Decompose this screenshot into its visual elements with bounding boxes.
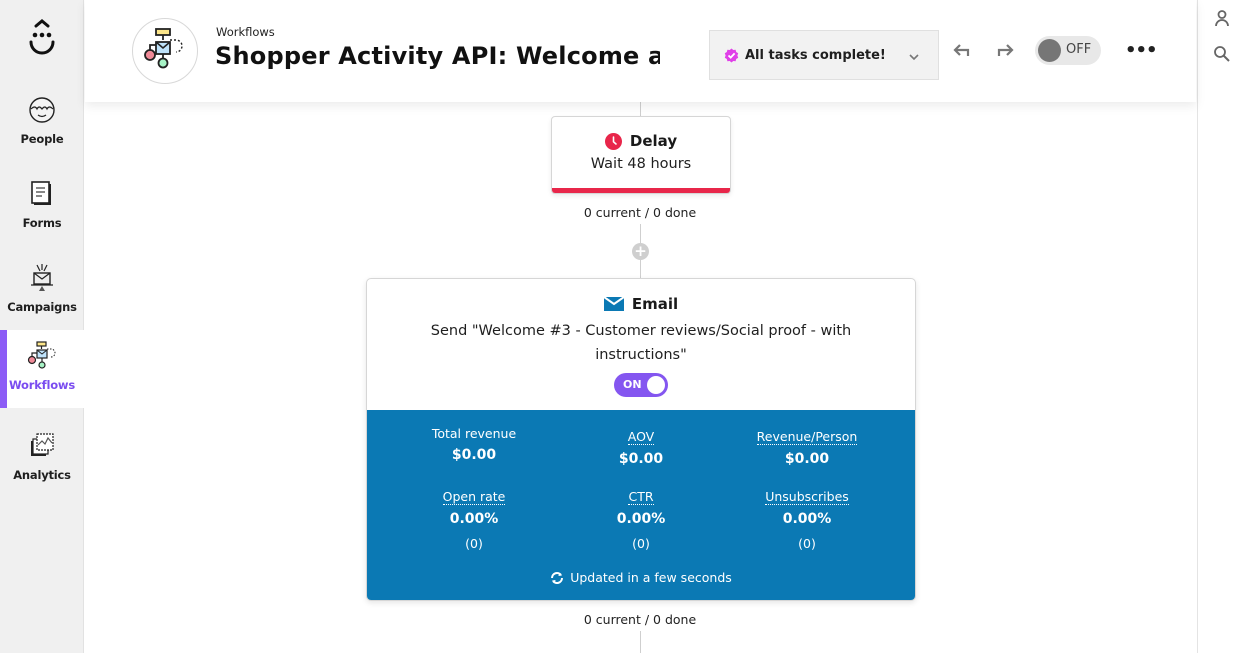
chevron-down-icon bbox=[908, 48, 920, 67]
metric-count: (0) bbox=[632, 536, 650, 551]
delay-stats: 0 current / 0 done bbox=[583, 205, 697, 220]
delay-node[interactable]: Delay Wait 48 hours bbox=[551, 116, 731, 194]
metric-total-revenue: Total revenue $0.00 bbox=[384, 426, 564, 463]
workflow-icon bbox=[26, 340, 58, 372]
workflow-avatar bbox=[132, 18, 198, 84]
metric-unsubscribes: Unsubscribes 0.00% (0) bbox=[717, 486, 897, 551]
metric-value: 0.00% bbox=[449, 511, 499, 527]
sidebar: People Forms Campaigns Workflows Analyti bbox=[0, 0, 84, 653]
right-rail bbox=[1197, 0, 1245, 653]
sidebar-item-forms[interactable]: Forms bbox=[0, 168, 84, 246]
breadcrumb[interactable]: Workflows bbox=[216, 25, 275, 39]
delay-subtitle: Wait 48 hours bbox=[590, 156, 692, 172]
delay-status-bar bbox=[552, 188, 730, 193]
redo-button[interactable] bbox=[992, 38, 1016, 62]
app-root: Delay Wait 48 hours 0 current / 0 done +… bbox=[0, 0, 1245, 653]
updated-status: Updated in a few seconds bbox=[367, 570, 915, 585]
sidebar-item-campaigns[interactable]: Campaigns bbox=[0, 252, 84, 330]
email-title: Email bbox=[631, 295, 679, 313]
redo-icon bbox=[997, 44, 1014, 56]
undo-icon bbox=[953, 44, 970, 56]
sidebar-item-workflows[interactable]: Workflows bbox=[0, 330, 84, 408]
updated-text: Updated in a few seconds bbox=[570, 570, 732, 585]
connector-line bbox=[640, 631, 641, 653]
metric-label[interactable]: Unsubscribes bbox=[765, 490, 849, 505]
analytics-icon bbox=[26, 430, 58, 462]
email-description: Send "Welcome #3 - Customer reviews/Soci… bbox=[430, 323, 852, 363]
workflow-icon bbox=[144, 28, 183, 69]
toggle-knob bbox=[647, 376, 665, 394]
metric-ctr: CTR 0.00% (0) bbox=[551, 486, 731, 552]
metric-value: $0.00 bbox=[784, 451, 830, 467]
email-node[interactable]: Email Send "Welcome #3 - Customer review… bbox=[366, 278, 916, 601]
sidebar-item-label: People bbox=[20, 132, 64, 146]
sidebar-item-label: Analytics bbox=[13, 468, 71, 482]
user-icon[interactable] bbox=[1213, 9, 1231, 27]
sidebar-item-analytics[interactable]: Analytics bbox=[0, 420, 84, 498]
metric-value: 0.00% bbox=[782, 511, 832, 527]
undo-button[interactable] bbox=[951, 38, 975, 62]
clock-icon bbox=[604, 132, 622, 150]
email-on-toggle[interactable]: ON bbox=[614, 373, 668, 397]
metric-revenue-per-person: Revenue/Person $0.00 bbox=[717, 426, 897, 467]
workflow-header: Workflows Shopper Activity API: Welcome … bbox=[85, 0, 1196, 102]
more-options-button[interactable]: ••• bbox=[1125, 40, 1158, 61]
badge-check-icon bbox=[724, 48, 739, 63]
form-icon bbox=[26, 178, 58, 210]
metric-label[interactable]: CTR bbox=[628, 490, 654, 505]
tasks-dropdown[interactable]: All tasks complete! bbox=[709, 30, 939, 80]
metric-aov: AOV $0.00 bbox=[551, 426, 731, 468]
delay-title: Delay bbox=[629, 132, 678, 150]
refresh-icon[interactable] bbox=[550, 571, 564, 585]
campaign-envelope-icon bbox=[26, 262, 58, 294]
toggle-label: OFF bbox=[1066, 42, 1092, 57]
metric-open-rate: Open rate 0.00% (0) bbox=[384, 486, 564, 551]
add-step-button[interactable]: + bbox=[632, 243, 649, 260]
connector-line bbox=[640, 100, 641, 116]
workflow-status-toggle[interactable]: OFF bbox=[1035, 36, 1101, 65]
envelope-icon bbox=[603, 297, 624, 311]
metric-count: (0) bbox=[465, 536, 483, 551]
page-title[interactable]: Shopper Activity API: Welcome and Onboar… bbox=[215, 42, 660, 70]
metric-count: (0) bbox=[798, 536, 816, 551]
toggle-label: ON bbox=[623, 378, 642, 391]
metric-value: 0.00% bbox=[616, 511, 666, 527]
search-icon[interactable] bbox=[1213, 45, 1231, 63]
sidebar-item-label: Forms bbox=[22, 216, 62, 230]
metric-value: $0.00 bbox=[451, 447, 497, 463]
email-metrics-panel: Total revenue $0.00 AOV $0.00 Revenue/Pe… bbox=[367, 410, 915, 600]
sidebar-item-people[interactable]: People bbox=[0, 84, 84, 162]
metric-value: $0.00 bbox=[618, 451, 664, 467]
person-face-icon bbox=[26, 94, 58, 126]
metric-label[interactable]: AOV bbox=[627, 430, 655, 445]
metric-label[interactable]: Revenue/Person bbox=[756, 430, 858, 445]
metric-label: Total revenue bbox=[431, 426, 517, 441]
email-stats: 0 current / 0 done bbox=[583, 612, 697, 627]
logo-icon[interactable] bbox=[22, 18, 62, 58]
tasks-label: All tasks complete! bbox=[745, 47, 886, 63]
sidebar-item-label: Workflows bbox=[8, 378, 75, 392]
metric-label[interactable]: Open rate bbox=[442, 490, 506, 505]
toggle-knob bbox=[1038, 39, 1061, 62]
sidebar-item-label: Campaigns bbox=[7, 300, 77, 314]
